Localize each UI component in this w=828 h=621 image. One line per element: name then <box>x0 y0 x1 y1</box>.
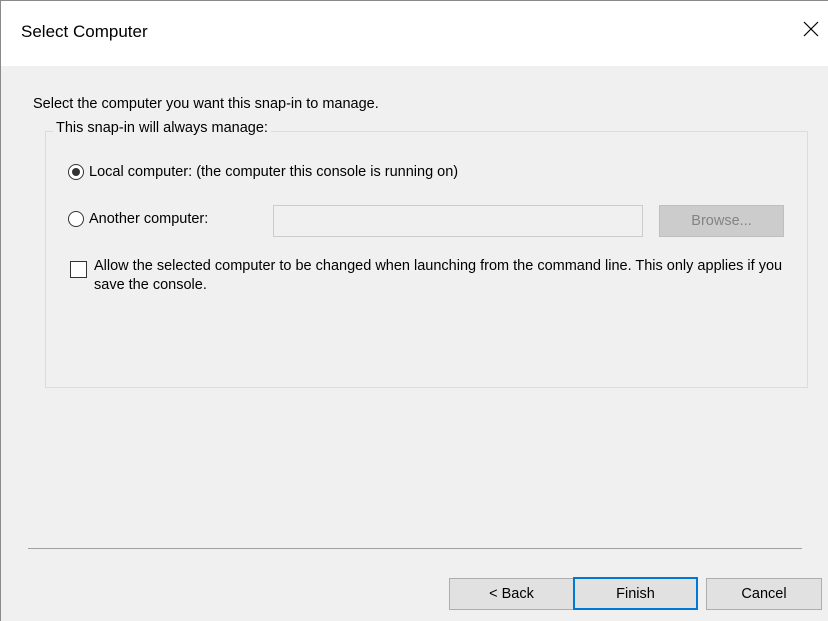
browse-button[interactable]: Browse... <box>659 205 784 237</box>
dialog-content: Select the computer you want this snap-i… <box>0 66 828 621</box>
cancel-button[interactable]: Cancel <box>706 578 822 610</box>
local-computer-option[interactable]: Local computer: (the computer this conso… <box>68 164 458 180</box>
allow-change-label: Allow the selected computer to be change… <box>94 258 783 293</box>
another-computer-radio[interactable] <box>68 211 84 227</box>
instruction-text: Select the computer you want this snap-i… <box>33 96 379 112</box>
another-computer-input[interactable] <box>273 205 643 237</box>
back-button[interactable]: < Back <box>449 578 574 610</box>
finish-button[interactable]: Finish <box>573 577 698 610</box>
footer-separator <box>28 548 802 549</box>
groupbox-legend: This snap-in will always manage: <box>53 120 271 136</box>
radio-selected-dot <box>72 168 80 176</box>
select-computer-dialog: Select Computer Select the computer you … <box>0 0 828 621</box>
title-bar: Select Computer <box>0 0 828 66</box>
another-computer-label: Another computer: <box>89 211 209 227</box>
close-icon <box>803 21 819 37</box>
window-title: Select Computer <box>21 22 148 41</box>
allow-change-option[interactable]: Allow the selected computer to be change… <box>70 257 790 295</box>
local-computer-radio[interactable] <box>68 164 84 180</box>
allow-change-checkbox[interactable] <box>70 261 87 278</box>
local-computer-label: Local computer: (the computer this conso… <box>89 164 459 180</box>
close-button[interactable] <box>794 9 828 49</box>
another-computer-option[interactable]: Another computer: <box>68 211 208 227</box>
